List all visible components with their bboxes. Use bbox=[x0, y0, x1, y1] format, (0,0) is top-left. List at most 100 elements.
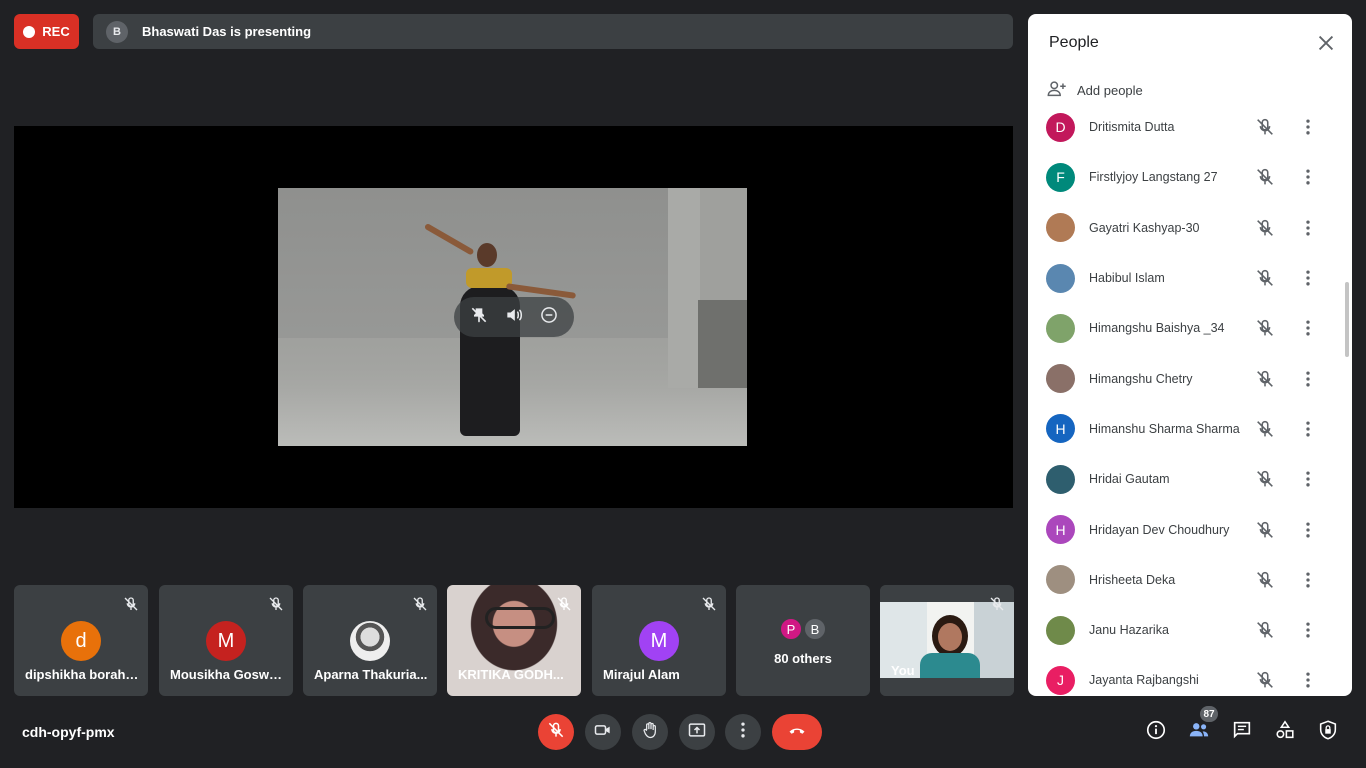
mic-off-icon[interactable] bbox=[1254, 619, 1276, 641]
close-icon[interactable] bbox=[1315, 32, 1337, 54]
participant-tile[interactable]: d dipshikha borah_... bbox=[14, 585, 148, 696]
participant-row[interactable]: H Himanshu Sharma Sharma bbox=[1028, 404, 1352, 454]
pin-off-icon[interactable] bbox=[469, 305, 489, 330]
raise-hand-button[interactable] bbox=[632, 714, 668, 750]
participant-row[interactable]: J Jayanta Rajbangshi bbox=[1028, 655, 1352, 696]
presented-video bbox=[278, 188, 747, 446]
participant-row[interactable]: Gayatri Kashyap-30 bbox=[1028, 203, 1352, 253]
chat-button[interactable] bbox=[1230, 720, 1254, 744]
participant-name: Jayanta Rajbangshi bbox=[1089, 673, 1199, 688]
participant-name: dipshikha borah_... bbox=[25, 667, 139, 682]
avatar: d bbox=[61, 621, 101, 661]
mic-off-icon[interactable] bbox=[1254, 468, 1276, 490]
participant-tile[interactable]: KRITIKA GODH... bbox=[447, 585, 581, 696]
participant-name: You bbox=[891, 663, 915, 678]
participant-row[interactable]: Janu Hazarika bbox=[1028, 605, 1352, 655]
participant-name: Gayatri Kashyap-30 bbox=[1089, 220, 1200, 235]
participant-name: Hrisheeta Deka bbox=[1089, 572, 1176, 587]
participant-name: Himangshu Baishya _34 bbox=[1089, 321, 1225, 336]
host-controls-button[interactable] bbox=[1316, 719, 1340, 744]
participant-row[interactable]: Hrisheeta Deka bbox=[1028, 555, 1352, 605]
mic-off-icon[interactable] bbox=[1254, 519, 1276, 541]
more-vert-icon[interactable] bbox=[1298, 570, 1318, 590]
avatar: F bbox=[1046, 162, 1075, 192]
participant-row[interactable]: Himangshu Baishya _34 bbox=[1028, 303, 1352, 353]
presentation-stage bbox=[14, 126, 1013, 508]
more-vert-icon[interactable] bbox=[1298, 117, 1318, 137]
more-vert-icon[interactable] bbox=[1298, 620, 1318, 640]
participant-name: Hridayan Dev Choudhury bbox=[1089, 522, 1230, 537]
participant-name: Janu Hazarika bbox=[1089, 623, 1169, 638]
participant-row[interactable]: D Dritismita Dutta bbox=[1028, 102, 1352, 152]
avatar: M bbox=[206, 621, 246, 661]
participant-row[interactable]: F Firstlyjoy Langstang 27 bbox=[1028, 152, 1352, 202]
avatar: J bbox=[1046, 665, 1075, 695]
leave-call-button[interactable] bbox=[772, 714, 822, 750]
rec-label: REC bbox=[42, 24, 70, 39]
mic-off-icon bbox=[988, 595, 1006, 613]
self-tile[interactable]: You bbox=[880, 585, 1014, 696]
videocam-icon bbox=[593, 720, 613, 745]
more-vert-icon[interactable] bbox=[1298, 167, 1318, 187]
mic-off-icon[interactable] bbox=[1254, 317, 1276, 339]
more-vert-icon[interactable] bbox=[1298, 520, 1318, 540]
participant-name: Mirajul Alam bbox=[603, 667, 680, 682]
mic-off-icon[interactable] bbox=[1254, 116, 1276, 138]
participant-name: KRITIKA GODH... bbox=[458, 667, 564, 682]
presenter-avatar: B bbox=[106, 20, 128, 43]
more-vert-icon[interactable] bbox=[1298, 218, 1318, 238]
show-everyone-button[interactable] bbox=[1187, 720, 1211, 744]
more-options-button[interactable] bbox=[725, 714, 761, 750]
info-icon bbox=[1145, 719, 1167, 746]
remove-icon[interactable] bbox=[539, 305, 559, 330]
participant-tile[interactable]: Aparna Thakuria... bbox=[303, 585, 437, 696]
participant-row[interactable]: H Hridayan Dev Choudhury bbox=[1028, 504, 1352, 554]
recording-indicator[interactable]: REC bbox=[14, 14, 79, 49]
participant-tile[interactable]: M Mirajul Alam bbox=[592, 585, 726, 696]
shapes-icon bbox=[1274, 719, 1296, 746]
more-vert-icon[interactable] bbox=[1298, 318, 1318, 338]
mic-off-icon[interactable] bbox=[1254, 267, 1276, 289]
present-screen-button[interactable] bbox=[679, 714, 715, 750]
meeting-code[interactable]: cdh-opyf-pmx bbox=[22, 724, 115, 740]
meeting-details-button[interactable] bbox=[1144, 720, 1168, 744]
participant-row[interactable]: Himangshu Chetry bbox=[1028, 353, 1352, 403]
scrollbar[interactable] bbox=[1345, 282, 1349, 357]
mic-off-icon bbox=[700, 595, 718, 613]
participant-row[interactable]: Habibul Islam bbox=[1028, 253, 1352, 303]
activities-button[interactable] bbox=[1273, 719, 1297, 746]
add-people-button[interactable]: Add people bbox=[1046, 78, 1143, 103]
record-dot-icon bbox=[23, 25, 36, 38]
participant-name: Himanshu Sharma Sharma bbox=[1089, 421, 1240, 436]
camera-toggle-button[interactable] bbox=[585, 714, 621, 750]
participant-row[interactable]: Hridai Gautam bbox=[1028, 454, 1352, 504]
chat-icon bbox=[1231, 719, 1253, 746]
avatar: H bbox=[1046, 414, 1075, 444]
avatar: H bbox=[1046, 515, 1075, 545]
person-add-icon bbox=[1046, 78, 1068, 103]
more-vert-icon[interactable] bbox=[1298, 419, 1318, 439]
call-end-icon bbox=[787, 720, 807, 745]
mic-off-icon[interactable] bbox=[1254, 669, 1276, 691]
mic-off-icon[interactable] bbox=[1254, 368, 1276, 390]
avatar-photo bbox=[350, 621, 390, 661]
presenting-banner: B Bhaswati Das is presenting bbox=[93, 14, 1013, 49]
mic-off-icon[interactable] bbox=[1254, 569, 1276, 591]
others-tile[interactable]: P B 80 others bbox=[736, 585, 870, 696]
people-panel: People Add people D Dritismita Dutta F Firs… bbox=[1028, 14, 1352, 696]
more-vert-icon[interactable] bbox=[1298, 469, 1318, 489]
participant-name: Firstlyjoy Langstang 27 bbox=[1089, 170, 1218, 185]
more-vert-icon[interactable] bbox=[1298, 268, 1318, 288]
mic-off-icon[interactable] bbox=[1254, 217, 1276, 239]
participant-list: D Dritismita Dutta F Firstlyjoy Langstang 2… bbox=[1028, 102, 1352, 696]
participant-tile[interactable]: M Mousikha Goswa... bbox=[159, 585, 293, 696]
mic-off-icon[interactable] bbox=[1254, 418, 1276, 440]
presenting-text: Bhaswati Das is presenting bbox=[142, 24, 312, 39]
participant-name: Mousikha Goswa... bbox=[170, 667, 284, 682]
mic-off-icon[interactable] bbox=[1254, 166, 1276, 188]
more-vert-icon[interactable] bbox=[1298, 670, 1318, 690]
more-vert-icon[interactable] bbox=[1298, 369, 1318, 389]
mic-off-icon bbox=[267, 595, 285, 613]
volume-icon[interactable] bbox=[504, 305, 524, 330]
mic-toggle-button[interactable] bbox=[538, 714, 574, 750]
